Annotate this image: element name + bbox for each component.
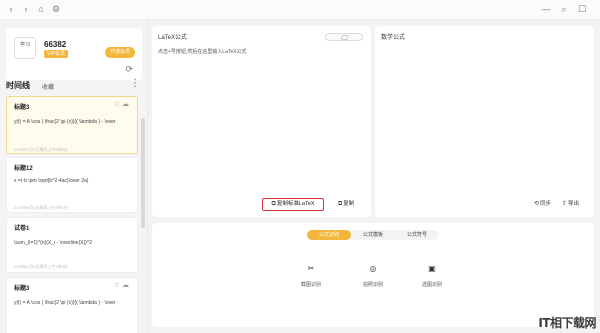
latex-panel-title: LaTeX公式: [158, 35, 188, 41]
note-formula: y(t) = A \cos ( \frac{2 \pi (x)}{( \lamb…: [14, 300, 116, 306]
star-icon[interactable]: ☆☁: [114, 281, 131, 289]
copy-label: 复制: [343, 201, 355, 207]
sync-label: 同步: [540, 201, 552, 207]
avatar[interactable]: 学习: [14, 37, 36, 59]
recognition-panel: 公式识别 公式模板 公式符号 ✂ 截图识别 ◎ 拍照识别 ▣ 选图识别: [152, 223, 594, 327]
vip-badge: VIP会员: [44, 50, 69, 58]
note-formula: y(t) = A \cos ( \frac{2 \pi (x)}{( \lamb…: [14, 119, 116, 125]
refresh-icon[interactable]: ⟳: [125, 64, 133, 75]
image-recognition-button[interactable]: ▣ 选图识别: [412, 263, 452, 288]
export-label: 导出: [568, 201, 580, 207]
sync-button[interactable]: ⟲同步: [534, 199, 551, 209]
list-item[interactable]: 标题12 x =(-b \pm \sqrt{b^2-4ac}\over 2a) …: [6, 157, 138, 213]
export-button[interactable]: ⇧导出: [562, 199, 579, 209]
copy-standard-latex-button[interactable]: ⧉复制标准LaTeX: [262, 198, 324, 211]
watermark: IT相下载网: [538, 316, 596, 330]
open-membership-button[interactable]: 开通会员: [104, 47, 135, 58]
note-title: 试卷1: [14, 226, 30, 232]
search-icon[interactable]: ⌕: [558, 3, 570, 15]
tab-formula-symbols[interactable]: 公式符号: [395, 230, 439, 240]
mode-toggle[interactable]: [325, 33, 363, 41]
latex-input[interactable]: 点击+号按钮,然后在这里输入LaTeX公式: [158, 48, 247, 55]
copy-icon: ⧉: [338, 201, 343, 207]
note-title: 标题3: [14, 286, 30, 292]
title-bar: ‹ › ⌂ ⚙ — ⌕ ☐: [0, 0, 600, 20]
note-time: 2025年9月4日周四上午7时3分: [14, 264, 68, 269]
export-icon: ⇧: [562, 201, 568, 207]
chevron-right-icon[interactable]: ›: [20, 3, 32, 15]
scrollbar[interactable]: [141, 118, 145, 228]
scissors-icon: ✂: [307, 264, 315, 273]
note-time: 2025年9月4日周四上午8时0分: [14, 205, 68, 210]
sidebar: 学习 66382 VIP会员 开通会员 ⟳ 时间线 收藏 ⋮ 标题3 ☆☁ y(…: [0, 20, 148, 333]
timeline-header: 时间线 收藏 ⋮: [6, 78, 142, 92]
tool-label: 选图识别: [421, 282, 442, 288]
tool-label: 截图识别: [300, 282, 321, 288]
note-formula: x =(-b \pm \sqrt{b^2-4ac}\over 2a): [14, 178, 89, 184]
copy-button[interactable]: ⧉复制: [338, 199, 354, 209]
list-item[interactable]: 标题3 ☆☁ y(t) = A \cos ( \frac{2 \pi (x)}{…: [6, 277, 138, 333]
tab-bar: 公式识别 公式模板 公式符号: [307, 230, 439, 240]
image-icon: ▣: [428, 264, 436, 273]
chevron-left-icon[interactable]: ‹: [5, 3, 17, 15]
copy-standard-label: 复制标准LaTeX: [276, 201, 315, 207]
latex-panel: LaTeX公式 点击+号按钮,然后在这里输入LaTeX公式 ⧉复制标准LaTeX…: [152, 26, 371, 217]
copy-icon: ⧉: [271, 201, 276, 207]
list-item[interactable]: 标题3 ☆☁ y(t) = A \cos ( \frac{2 \pi (x)}{…: [6, 96, 138, 154]
math-panel: 数学公式 ⟲同步 ⇧导出: [375, 26, 594, 217]
screenshot-recognition-button[interactable]: ✂ 截图识别: [291, 263, 331, 288]
favorites-tab[interactable]: 收藏: [42, 82, 54, 91]
toggle-knob: [341, 35, 348, 40]
camera-recognition-button[interactable]: ◎ 拍照识别: [353, 263, 393, 288]
tab-formula-templates[interactable]: 公式模板: [351, 230, 395, 240]
tool-label: 拍照识别: [362, 282, 383, 288]
camera-icon: ◎: [369, 264, 377, 273]
home-icon[interactable]: ⌂: [35, 3, 47, 15]
user-card: 学习 66382 VIP会员 开通会员 ⟳: [6, 28, 142, 80]
note-title: 标题12: [14, 166, 33, 172]
note-title: 标题3: [14, 105, 30, 111]
minimize-icon[interactable]: —: [540, 3, 552, 15]
math-panel-title: 数学公式: [381, 35, 406, 41]
star-icon[interactable]: ☆☁: [114, 100, 131, 108]
tab-formula-recognition[interactable]: 公式识别: [307, 230, 351, 240]
more-icon[interactable]: ⋮: [130, 78, 140, 89]
sync-icon: ⟲: [534, 201, 540, 207]
maximize-icon[interactable]: ☐: [576, 3, 588, 15]
list-item[interactable]: 试卷1 \sum_{i=1}^{n}(X_i - \overline{X})^2…: [6, 217, 138, 273]
timeline-title[interactable]: 时间线: [6, 80, 30, 91]
gear-icon[interactable]: ⚙: [50, 3, 62, 15]
user-id: 66382: [44, 40, 67, 49]
note-time: 2025年9月4日周四上午8时5分: [14, 147, 68, 152]
note-formula: \sum_{i=1}^{n}(X_i - \overline{X})^2: [14, 240, 92, 246]
